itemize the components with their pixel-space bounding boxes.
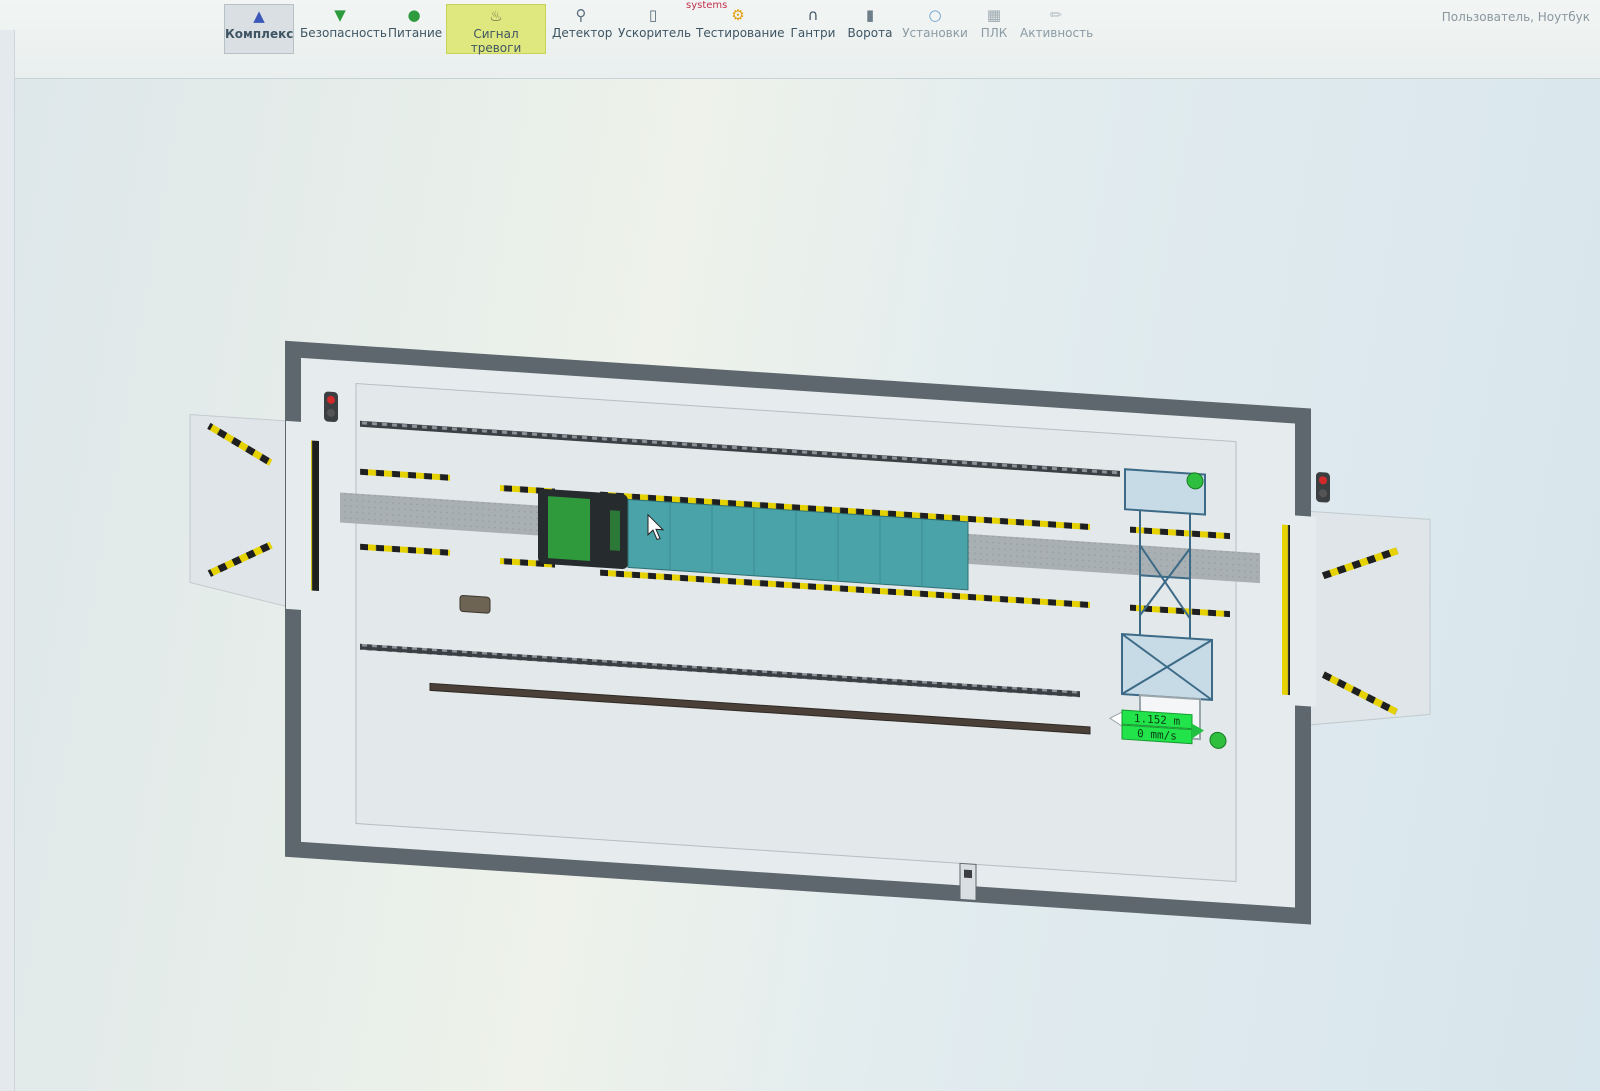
- right-exit-ramp: [1299, 510, 1431, 727]
- left-traffic-light: [324, 391, 338, 423]
- right-gate-opening: [1294, 515, 1316, 707]
- right-traffic-light: [1316, 472, 1330, 503]
- truck-cab: [548, 496, 590, 561]
- gantry-status-bottom: [1209, 731, 1227, 749]
- inspection-site-schematic: 1.152 m 0 mm/s: [189, 340, 1431, 925]
- right-gate-barrier: [1282, 524, 1290, 696]
- control-post: [959, 862, 977, 901]
- gantry-readout: 1.152 m 0 mm/s: [1109, 709, 1204, 745]
- gantry-speed: 0 mm/s: [1137, 727, 1177, 743]
- gantry-status-top: [1186, 472, 1204, 490]
- left-gate-opening: [286, 420, 308, 611]
- sensor-device: [459, 595, 491, 614]
- left-gate-barrier: [311, 440, 319, 592]
- scan-hall-floor: [355, 382, 1237, 883]
